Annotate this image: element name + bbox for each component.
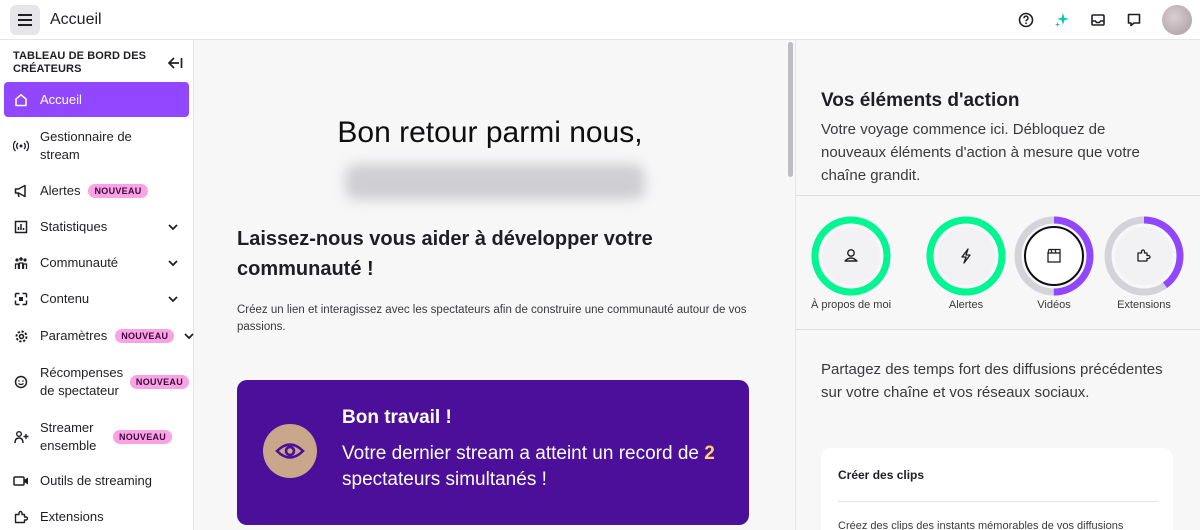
sidebar-item-label: Paramètres [40, 328, 108, 343]
share-description: Partagez des temps fort des diffusions p… [821, 361, 1163, 401]
action-items-subtitle: Votre voyage commence ici. Débloquez de … [821, 121, 1140, 184]
sidebar-item-label: Outils de streaming [40, 473, 152, 488]
chevron-down-icon [184, 333, 194, 340]
camera-icon [12, 472, 30, 490]
action-item-alerts[interactable]: Alertes [923, 215, 1009, 311]
sidebar-item-alertes[interactable]: Alertes NOUVEAU [4, 180, 189, 202]
create-clips-title: Créer des clips [838, 468, 925, 482]
sidebar-item-streamer-ensemble[interactable]: Streamer ensemble NOUVEAU [4, 417, 189, 457]
sidebar-item-label: Streamer ensemble [40, 420, 97, 453]
action-item-about[interactable]: À propos de moi [808, 215, 894, 311]
help-description: Créez un lien et interagissez avec les s… [237, 304, 747, 333]
chevron-down-icon [168, 296, 178, 303]
sidebar-item-communaute[interactable]: Communauté [4, 252, 189, 274]
congrats-text-part: Votre dernier stream a atteint un record… [342, 443, 705, 464]
congrats-banner: Bon travail ! Votre dernier stream a att… [237, 380, 749, 525]
main-scrollbar[interactable] [788, 42, 793, 177]
whispers-icon[interactable] [1126, 12, 1142, 28]
sidebar-item-label: Contenu [40, 291, 90, 306]
viewer-record-count: 2 [704, 443, 715, 464]
inbox-icon[interactable] [1090, 12, 1106, 28]
sidebar-item-recompenses[interactable]: Récompenses de spectateur NOUVEAU [4, 362, 189, 402]
stats-icon [12, 218, 30, 236]
sidebar-item-gestionnaire[interactable]: Gestionnaire de stream [4, 126, 189, 166]
sidebar: TABLEAU DE BORD DES CRÉATEURS Accueil Ge… [0, 40, 194, 530]
action-items-title: Vos éléments d'action [821, 90, 1020, 111]
congrats-text-part: spectateurs simultanés ! [342, 469, 547, 490]
sidebar-item-label: Extensions [40, 509, 104, 524]
new-badge: NOUVEAU [88, 184, 148, 198]
community-icon [12, 254, 30, 272]
action-items-list: À propos de moi Alertes Vidéos Extension… [796, 197, 1200, 330]
sidebar-item-parametres[interactable]: Paramètres NOUVEAU [4, 325, 194, 347]
welcome-heading: Bon retour parmi nous, [337, 116, 643, 149]
help-title: Laissez-nous vous aider à développer vot… [237, 228, 653, 280]
sidebar-item-label: Gestionnaire de stream [40, 129, 132, 162]
new-badge: NOUVEAU [115, 329, 175, 343]
eye-icon [263, 424, 317, 478]
megaphone-icon [12, 182, 30, 200]
sidebar-item-statistiques[interactable]: Statistiques [4, 216, 189, 238]
create-clips-description: Créez des clips des instants mémorables … [838, 520, 1124, 530]
sparkle-icon[interactable] [1054, 12, 1070, 28]
sidebar-item-label: Accueil [40, 91, 82, 107]
action-item-label: Extensions [1117, 299, 1171, 311]
top-bar: Accueil [0, 0, 1200, 40]
page-title: Accueil [50, 10, 102, 28]
avatar[interactable] [1162, 5, 1192, 35]
rewards-icon [12, 373, 30, 391]
hamburger-icon [18, 13, 32, 26]
sidebar-item-label: Statistiques [40, 219, 108, 234]
congrats-text: Votre dernier stream a atteint un record… [342, 441, 732, 493]
settings-icon [12, 327, 30, 345]
puzzle-icon [12, 508, 30, 526]
sidebar-header: TABLEAU DE BORD DES CRÉATEURS [0, 40, 193, 80]
sidebar-item-label: Récompenses de spectateur [40, 365, 124, 398]
collapse-sidebar-icon[interactable] [167, 56, 183, 70]
action-item-label: Alertes [948, 299, 984, 311]
sidebar-item-accueil[interactable]: Accueil [4, 82, 189, 117]
chevron-down-icon [168, 260, 178, 267]
right-panel: Vos éléments d'action Votre voyage comme… [795, 40, 1200, 530]
help-icon[interactable] [1018, 12, 1034, 28]
broadcast-icon [12, 137, 30, 155]
sidebar-item-label: Alertes [40, 183, 81, 198]
congrats-title: Bon travail ! [342, 407, 452, 428]
action-items-header: Vos éléments d'action Votre voyage comme… [796, 40, 1200, 196]
chevron-down-icon [168, 224, 178, 231]
action-item-label: Vidéos [1037, 299, 1071, 311]
content-icon [12, 290, 30, 308]
sidebar-item-contenu[interactable]: Contenu [4, 288, 189, 310]
sidebar-title: TABLEAU DE BORD DES CRÉATEURS [13, 50, 147, 75]
home-icon [12, 91, 30, 109]
action-item-videos[interactable]: Vidéos [1011, 215, 1097, 311]
divider [838, 501, 1158, 502]
sidebar-item-outils[interactable]: Outils de streaming [4, 470, 189, 492]
create-clips-card[interactable]: Créer des clips Créez des clips des inst… [821, 448, 1173, 530]
menu-button[interactable] [10, 4, 40, 35]
new-badge: NOUVEAU [129, 375, 189, 389]
action-item-label: À propos de moi [810, 299, 892, 311]
action-item-extensions[interactable]: Extensions [1101, 215, 1187, 311]
new-badge: NOUVEAU [113, 430, 173, 444]
blurred-channel-name [345, 164, 645, 200]
sidebar-item-label: Communauté [40, 255, 119, 270]
sidebar-item-extensions[interactable]: Extensions [4, 506, 189, 528]
add-user-icon [12, 428, 30, 446]
main-content: Bon retour parmi nous, Laissez-nous vous… [195, 40, 785, 530]
